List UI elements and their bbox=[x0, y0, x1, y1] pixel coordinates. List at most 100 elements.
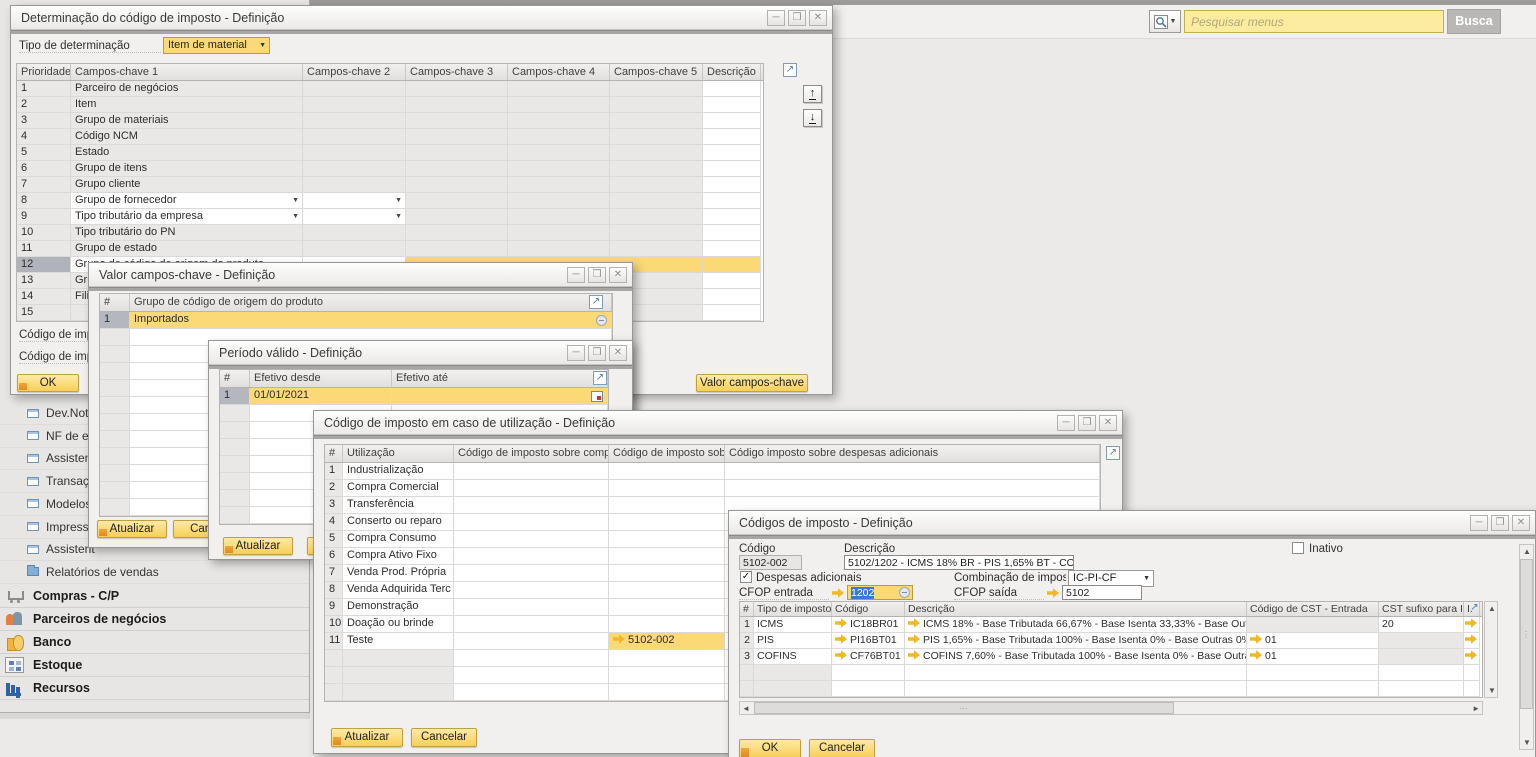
titlebar[interactable]: Determinação do código de imposto - Defi… bbox=[11, 6, 832, 30]
sidebar-module[interactable]: Parceiros de negócios bbox=[0, 608, 309, 631]
close-button[interactable]: ✕ bbox=[1099, 415, 1117, 431]
descricao-field[interactable]: 5102/1202 - ICMS 18% BR - PIS 1,65% BT -… bbox=[844, 555, 1074, 570]
titlebar[interactable]: Valor campos-chave - Definição ─ ❒ ✕ bbox=[89, 263, 632, 287]
close-button[interactable]: ✕ bbox=[609, 345, 627, 361]
maximize-button[interactable]: ❒ bbox=[1078, 415, 1096, 431]
table-row[interactable]: 1 Importados bbox=[100, 312, 612, 329]
ok-button[interactable]: OK bbox=[739, 739, 801, 757]
column-header: Campos-chave 1 bbox=[71, 64, 303, 80]
cancelar-button[interactable]: Cancelar bbox=[809, 739, 875, 757]
table-row[interactable]: 2 Compra Comercial bbox=[325, 480, 1100, 497]
close-button[interactable]: ✕ bbox=[1512, 515, 1530, 531]
maximize-button[interactable]: ❒ bbox=[588, 345, 606, 361]
table-row[interactable]: 1 ICMS IC18BR01 ICMS 18% - Base Tributad… bbox=[740, 617, 1482, 633]
valor-campos-chave-button[interactable]: Valor campos-chave bbox=[696, 374, 808, 392]
close-button[interactable]: ✕ bbox=[609, 267, 627, 283]
table-row[interactable]: 10 Tipo tributário do PN bbox=[17, 225, 763, 241]
scroll-right-icon[interactable]: ► bbox=[1472, 704, 1480, 713]
choose-from-list-icon[interactable] bbox=[596, 315, 607, 326]
close-button[interactable]: ✕ bbox=[809, 10, 827, 26]
cfop-entrada-field[interactable]: 1202 bbox=[847, 585, 913, 600]
link-arrow-icon[interactable] bbox=[1250, 634, 1262, 644]
table-row[interactable]: 4 Código NCM bbox=[17, 129, 763, 145]
table-row[interactable]: 1 01/01/2021 bbox=[220, 388, 608, 405]
minimize-button[interactable]: ─ bbox=[1470, 515, 1488, 531]
table-row[interactable]: 8 Grupo de fornecedor bbox=[17, 193, 763, 209]
link-arrow-icon[interactable] bbox=[908, 634, 920, 644]
link-arrow-icon[interactable] bbox=[835, 618, 847, 628]
sidebar-module[interactable]: Estoque bbox=[0, 654, 309, 677]
table-row[interactable]: 9 Tipo tributário da empresa bbox=[17, 209, 763, 225]
scroll-down-icon[interactable]: ▼ bbox=[1523, 738, 1531, 747]
scrollbar-thumb[interactable]: ⋯ bbox=[754, 702, 1174, 714]
minimize-button[interactable]: ─ bbox=[767, 10, 785, 26]
link-arrow-icon[interactable] bbox=[832, 588, 844, 598]
expand-table-icon[interactable] bbox=[593, 371, 607, 385]
maximize-button[interactable]: ❒ bbox=[788, 10, 806, 26]
table-row[interactable]: 7 Grupo cliente bbox=[17, 177, 763, 193]
link-arrow-icon[interactable] bbox=[613, 634, 625, 644]
row-up-button[interactable]: ↑ bbox=[803, 85, 822, 103]
link-arrow-icon[interactable] bbox=[1047, 588, 1059, 598]
titlebar[interactable]: Códigos de imposto - Definição ─ ❒ ✕ bbox=[729, 511, 1535, 535]
row-down-button[interactable]: ↓ bbox=[803, 109, 822, 127]
table-row[interactable]: 6 Grupo de itens bbox=[17, 161, 763, 177]
sidebar-module[interactable]: Recursos bbox=[0, 677, 309, 700]
table-row[interactable]: 3 COFINS CF76BT01 COFINS 7,60% - Base Tr… bbox=[740, 649, 1482, 665]
table-row[interactable]: 1 Parceiro de negócios bbox=[17, 81, 763, 97]
table-row[interactable]: 2 PIS PI16BT01 PIS 1,65% - Base Tributad… bbox=[740, 633, 1482, 649]
window-vertical-scrollbar[interactable]: ▲ ▼ ⋮ bbox=[1519, 544, 1534, 750]
sidebar-module[interactable]: Compras - C/P bbox=[0, 585, 309, 608]
table-row[interactable]: 2 Item bbox=[17, 97, 763, 113]
link-arrow-icon[interactable] bbox=[835, 650, 847, 660]
expand-table-icon[interactable] bbox=[1468, 602, 1481, 615]
menu-search-button[interactable]: ▼ bbox=[1149, 10, 1181, 33]
titlebar[interactable]: Código de imposto em caso de utilização … bbox=[314, 411, 1122, 435]
sidebar-item[interactable]: Relatórios de vendas bbox=[0, 561, 309, 584]
table-horizontal-scrollbar[interactable]: ◄ ► ⋯ bbox=[739, 701, 1483, 715]
expand-table-icon[interactable] bbox=[589, 295, 603, 309]
table-vertical-scrollbar[interactable]: ▲ ▼ bbox=[1484, 601, 1498, 698]
ok-button[interactable]: OK bbox=[17, 374, 79, 392]
expand-table-icon[interactable] bbox=[783, 63, 797, 77]
minimize-button[interactable]: ─ bbox=[567, 267, 585, 283]
busca-button[interactable]: Busca bbox=[1447, 9, 1501, 34]
link-arrow-icon[interactable] bbox=[835, 634, 847, 644]
table-row[interactable]: 5 Estado bbox=[17, 145, 763, 161]
minimize-button[interactable]: ─ bbox=[567, 345, 585, 361]
atualizar-button[interactable]: Atualizar bbox=[223, 537, 293, 555]
table-row[interactable]: 1 Industrialização bbox=[325, 463, 1100, 480]
inativo-checkbox[interactable] bbox=[1292, 542, 1304, 554]
column-header: Descrição bbox=[905, 602, 1247, 616]
titlebar[interactable]: Período válido - Definição ─ ❒ ✕ bbox=[209, 341, 632, 365]
cancelar-button[interactable]: Cancelar bbox=[411, 728, 477, 747]
link-arrow-icon[interactable] bbox=[908, 650, 920, 660]
table-row[interactable]: 3 Grupo de materiais bbox=[17, 113, 763, 129]
minimize-button[interactable]: ─ bbox=[1057, 415, 1075, 431]
link-arrow-icon[interactable] bbox=[1465, 650, 1477, 660]
link-arrow-icon[interactable] bbox=[1250, 650, 1262, 660]
table-row[interactable] bbox=[740, 681, 1482, 697]
maximize-button[interactable]: ❒ bbox=[588, 267, 606, 283]
sidebar-module[interactable]: Banco bbox=[0, 631, 309, 654]
link-arrow-icon[interactable] bbox=[1465, 618, 1477, 628]
tipo-determinacao-dropdown[interactable]: Item de material bbox=[163, 37, 270, 54]
cfop-saida-field[interactable]: 5102 bbox=[1062, 585, 1142, 600]
scroll-up-icon[interactable]: ▲ bbox=[1523, 547, 1531, 556]
link-arrow-icon[interactable] bbox=[908, 618, 920, 628]
link-arrow-icon[interactable] bbox=[1465, 634, 1477, 644]
table-row[interactable] bbox=[740, 665, 1482, 681]
maximize-button[interactable]: ❒ bbox=[1491, 515, 1509, 531]
scroll-down-icon[interactable]: ▼ bbox=[1488, 686, 1496, 695]
atualizar-button[interactable]: Atualizar bbox=[97, 520, 167, 538]
search-input[interactable] bbox=[1184, 10, 1444, 33]
expand-table-icon[interactable] bbox=[1106, 446, 1120, 460]
despesas-checkbox[interactable]: ✓ bbox=[740, 571, 752, 583]
table-row[interactable]: 11 Grupo de estado bbox=[17, 241, 763, 257]
atualizar-button[interactable]: Atualizar bbox=[331, 728, 403, 747]
scrollbar-thumb[interactable]: ⋮ bbox=[1520, 559, 1533, 709]
scroll-left-icon[interactable]: ◄ bbox=[742, 704, 750, 713]
calendar-icon[interactable] bbox=[591, 391, 603, 402]
choose-from-list-icon[interactable] bbox=[899, 587, 910, 598]
scroll-up-icon[interactable]: ▲ bbox=[1488, 604, 1496, 613]
